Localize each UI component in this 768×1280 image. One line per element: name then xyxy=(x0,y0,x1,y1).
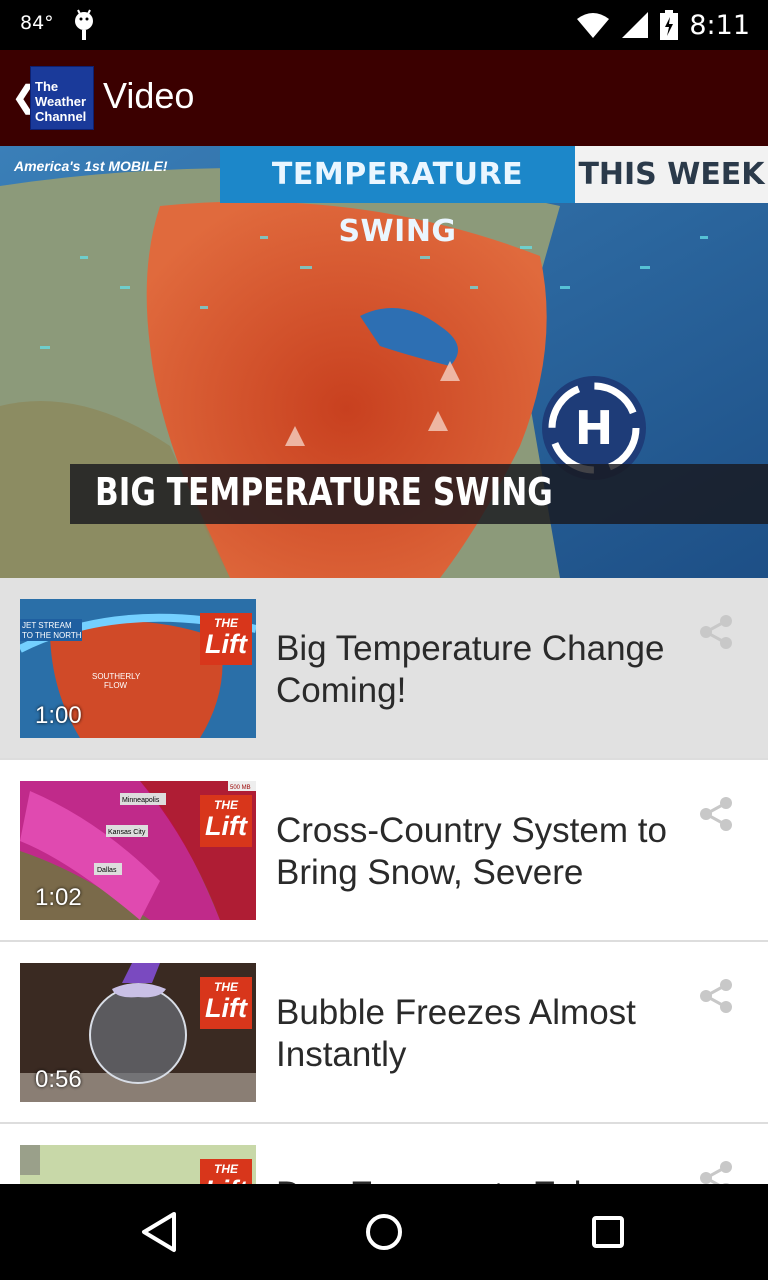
video-duration: 1:00 xyxy=(35,702,82,729)
weather-channel-logo[interactable]: The Weather Channel xyxy=(30,66,94,130)
video-title[interactable]: Bubble Freezes Almost Instantly xyxy=(276,992,676,1076)
lift-logo-line-1: THE xyxy=(214,1162,238,1176)
svg-text:TO THE NORTH: TO THE NORTH xyxy=(22,631,82,640)
svg-text:500 MB: 500 MB xyxy=(230,785,251,791)
system-nav-bar xyxy=(0,1184,768,1280)
video-title[interactable]: Dog Escapes to Exh xyxy=(276,1174,676,1184)
svg-text:Kansas City: Kansas City xyxy=(108,829,146,836)
share-icon[interactable] xyxy=(698,614,734,650)
lift-logo-line-2: Lift xyxy=(205,629,247,659)
svg-text:H: H xyxy=(575,401,614,455)
video-thumbnail[interactable]: THE Lift 0:56 xyxy=(20,963,256,1102)
svg-text:Dallas: Dallas xyxy=(97,867,117,874)
headline-banner-tag: THIS WEEK xyxy=(575,146,768,203)
lift-logo: THELift xyxy=(200,795,252,847)
video-duration: 0:56 xyxy=(35,1066,82,1093)
network-badge: America's 1st MOBILE! xyxy=(14,158,168,174)
share-icon[interactable] xyxy=(698,796,734,832)
share-icon[interactable] xyxy=(698,978,734,1014)
logo-line-1: The xyxy=(35,79,59,94)
lift-logo: THELift xyxy=(200,613,252,665)
svg-text:JET STREAM: JET STREAM xyxy=(22,621,72,630)
temperature-indicator: 84° xyxy=(20,12,54,34)
home-circle-icon[interactable] xyxy=(360,1208,408,1256)
back-triangle-icon[interactable] xyxy=(136,1208,184,1256)
app-bar: ❮ The Weather Channel Video xyxy=(0,50,768,146)
recents-square-icon[interactable] xyxy=(584,1208,632,1256)
signal-icon xyxy=(622,12,649,38)
featured-video-player[interactable]: H America's 1st MOBILE! TEMPERATURE SWIN… xyxy=(0,146,768,578)
lower-third-caption: BIG TEMPERATURE SWING xyxy=(70,464,768,524)
lift-logo-line-2: Lift xyxy=(200,1176,252,1184)
video-list[interactable]: JET STREAM TO THE NORTH SOUTHERLY FLOW T… xyxy=(0,578,768,1184)
video-thumbnail[interactable]: THELift xyxy=(20,1145,256,1184)
logo-line-3: Channel xyxy=(35,109,87,124)
svg-text:FLOW: FLOW xyxy=(104,681,128,690)
page-title: Video xyxy=(103,75,195,116)
video-duration: 1:02 xyxy=(35,884,82,911)
lift-logo-line-1: THE xyxy=(214,616,238,630)
wifi-icon xyxy=(577,13,610,38)
video-title[interactable]: Cross-Country System to Bring Snow, Seve… xyxy=(276,810,676,894)
svg-text:Minneapolis: Minneapolis xyxy=(122,797,160,804)
svg-text:SOUTHERLY: SOUTHERLY xyxy=(92,672,141,681)
headline-banner: TEMPERATURE SWING xyxy=(220,146,575,249)
logo-line-2: Weather xyxy=(35,94,87,109)
video-list-item[interactable]: THE Lift 0:56 Bubble Freezes Almost Insta… xyxy=(0,942,768,1124)
share-icon[interactable] xyxy=(698,1160,734,1184)
video-thumbnail[interactable]: Minneapolis Kansas City Dallas 500 MB TH… xyxy=(20,781,256,920)
android-icon xyxy=(75,9,93,40)
video-title[interactable]: Big Temperature Change Coming! xyxy=(276,628,676,712)
video-list-item[interactable]: THELift Dog Escapes to Exh xyxy=(0,1124,768,1184)
lift-logo-line-1: THE xyxy=(214,980,238,994)
lift-logo-line-2: Lift xyxy=(205,993,247,1023)
status-bar: 84° 8:11 xyxy=(0,0,768,50)
lower-third-text: BIG TEMPERATURE SWING xyxy=(95,470,553,514)
lift-logo: THELift xyxy=(200,1159,252,1184)
video-list-item[interactable]: JET STREAM TO THE NORTH SOUTHERLY FLOW T… xyxy=(0,578,768,760)
lift-logo: THELift xyxy=(200,977,252,1029)
video-list-item[interactable]: Minneapolis Kansas City Dallas 500 MB TH… xyxy=(0,760,768,942)
lift-logo-line-2: Lift xyxy=(205,811,247,841)
video-thumbnail[interactable]: JET STREAM TO THE NORTH SOUTHERLY FLOW T… xyxy=(20,599,256,738)
lift-logo-line-1: THE xyxy=(214,798,238,812)
clock: 8:11 xyxy=(689,9,750,41)
battery-icon xyxy=(660,10,679,40)
